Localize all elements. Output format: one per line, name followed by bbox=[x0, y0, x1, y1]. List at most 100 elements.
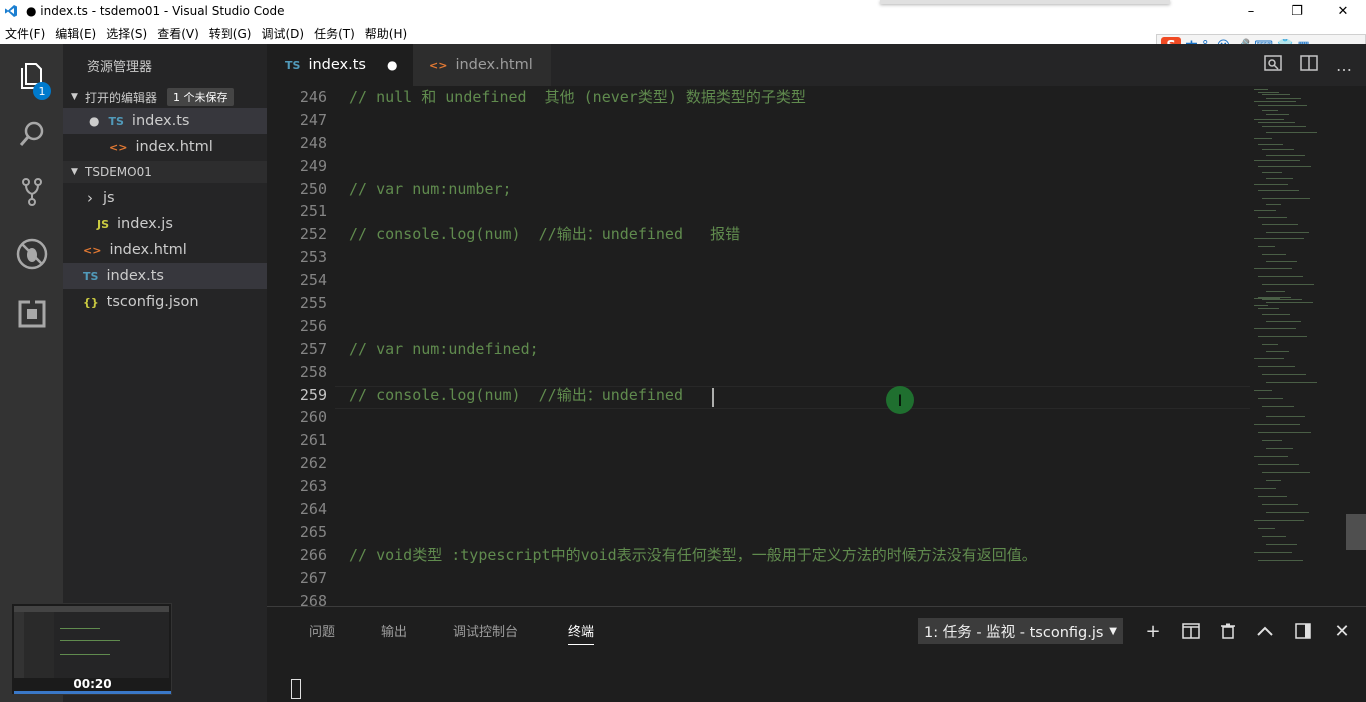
minimap-line bbox=[1258, 122, 1295, 123]
menu-debug[interactable]: 调试(D) bbox=[256, 25, 309, 42]
menu-selection[interactable]: 选择(S) bbox=[101, 25, 152, 42]
editor-tabs: TS index.ts ● <> index.html … bbox=[267, 44, 1366, 86]
code-line[interactable] bbox=[349, 132, 1329, 155]
open-editor-label: index.html bbox=[135, 139, 213, 155]
code-line[interactable] bbox=[349, 155, 1329, 178]
explorer-icon[interactable]: 1 bbox=[0, 48, 63, 104]
code-line[interactable] bbox=[349, 498, 1329, 521]
menu-help[interactable]: 帮助(H) bbox=[360, 25, 412, 42]
open-editor-item-index-ts[interactable]: ● TS index.ts bbox=[63, 108, 267, 134]
code-line[interactable] bbox=[349, 521, 1329, 544]
tree-item-label: index.html bbox=[109, 242, 187, 258]
code-line[interactable] bbox=[349, 475, 1329, 498]
code-line[interactable]: // var num:undefined; bbox=[349, 338, 1329, 361]
code-line[interactable] bbox=[349, 292, 1329, 315]
code-line[interactable] bbox=[349, 315, 1329, 338]
new-terminal-icon[interactable]: + bbox=[1140, 619, 1166, 643]
code-line[interactable] bbox=[349, 406, 1329, 429]
minimap-line bbox=[1254, 358, 1284, 359]
source-control-icon[interactable] bbox=[0, 164, 63, 220]
tab-problems[interactable]: 问题 bbox=[309, 621, 335, 640]
toggle-panel-position-icon[interactable] bbox=[1290, 619, 1316, 643]
html-file-icon: <> bbox=[429, 58, 448, 72]
minimap-line bbox=[1258, 336, 1307, 337]
video-progress-bar[interactable] bbox=[14, 691, 171, 694]
tab-output[interactable]: 输出 bbox=[381, 621, 407, 640]
code-line[interactable] bbox=[349, 567, 1329, 590]
tab-terminal[interactable]: 终端 bbox=[568, 621, 595, 645]
tab-label: index.ts bbox=[308, 57, 366, 73]
minimap-line bbox=[1254, 138, 1272, 139]
code-line[interactable] bbox=[349, 200, 1329, 223]
code-line[interactable] bbox=[349, 590, 1329, 606]
maximize-panel-icon[interactable] bbox=[1252, 619, 1278, 643]
menu-tasks[interactable]: 任务(T) bbox=[309, 25, 360, 42]
tab-index-ts[interactable]: TS index.ts ● bbox=[267, 44, 413, 86]
tree-item-index-ts[interactable]: TS index.ts bbox=[63, 263, 267, 289]
tree-item-tsconfig-json[interactable]: {} tsconfig.json bbox=[63, 289, 267, 315]
maximize-button[interactable]: ❐ bbox=[1274, 0, 1320, 22]
line-number: 248 bbox=[299, 133, 327, 152]
typescript-file-icon: TS bbox=[108, 114, 124, 128]
close-window-button[interactable]: ✕ bbox=[1320, 0, 1366, 22]
mouse-pointer-highlight: I bbox=[886, 386, 914, 414]
code-line[interactable]: // void类型 :typescript中的void表示没有任何类型，一般用于… bbox=[349, 544, 1329, 567]
terminal-select-value: 1: 任务 - 监视 - tsconfig.js bbox=[924, 624, 1104, 641]
code-line[interactable] bbox=[349, 361, 1329, 384]
minimap-line bbox=[1266, 351, 1289, 352]
close-panel-icon[interactable]: ✕ bbox=[1329, 619, 1355, 643]
trash-icon[interactable] bbox=[1215, 619, 1241, 643]
collapse-arrow-icon: ▼ bbox=[71, 92, 78, 102]
menu-goto[interactable]: 转到(G) bbox=[204, 25, 257, 42]
code-line[interactable]: // var num:number; bbox=[349, 178, 1329, 201]
more-actions-icon[interactable]: … bbox=[1336, 56, 1352, 75]
menu-edit[interactable]: 编辑(E) bbox=[50, 25, 101, 42]
editor-scrollbar-thumb[interactable] bbox=[1346, 514, 1366, 550]
minimap-line bbox=[1258, 166, 1311, 167]
code-line[interactable] bbox=[349, 269, 1329, 292]
dirty-dot-icon[interactable]: ● bbox=[89, 114, 99, 128]
menu-view[interactable]: 查看(V) bbox=[152, 25, 204, 42]
tree-item-index-js[interactable]: JS index.js bbox=[63, 211, 267, 237]
minimap-line bbox=[1258, 144, 1283, 145]
open-changes-icon[interactable] bbox=[1264, 55, 1282, 75]
minimap-line bbox=[1262, 374, 1306, 375]
code-line[interactable]: // null 和 undefined 其他 (never类型) 数据类型的子类… bbox=[349, 86, 1329, 109]
extensions-icon[interactable] bbox=[0, 286, 63, 342]
split-editor-icon[interactable] bbox=[1300, 55, 1318, 75]
debug-icon[interactable] bbox=[0, 226, 63, 282]
project-header[interactable]: ▼ TSDEMO01 bbox=[63, 161, 267, 183]
tree-item-index-html[interactable]: <> index.html bbox=[63, 237, 267, 263]
open-editor-item-index-html[interactable]: <> index.html bbox=[63, 134, 267, 160]
code-lines[interactable]: // null 和 undefined 其他 (never类型) 数据类型的子类… bbox=[349, 86, 1329, 606]
minimap-line bbox=[1262, 536, 1286, 537]
video-thumbnail[interactable]: 00:20 bbox=[11, 603, 172, 695]
code-line[interactable]: // console.log(num) //输出：undefined bbox=[349, 384, 1329, 407]
terminal-select[interactable]: 1: 任务 - 监视 - tsconfig.js ▼ bbox=[918, 618, 1123, 644]
tab-index-html[interactable]: <> index.html bbox=[413, 44, 551, 86]
code-line[interactable]: // console.log(num) //输出：undefined 报错 bbox=[349, 223, 1329, 246]
minimap-line bbox=[1262, 198, 1310, 199]
open-editors-header[interactable]: ▼ 打开的编辑器 1 个未保存 bbox=[63, 86, 267, 108]
text-cursor-icon: I bbox=[897, 390, 903, 410]
minimap-line bbox=[1254, 119, 1284, 120]
code-line[interactable] bbox=[349, 429, 1329, 452]
code-line[interactable] bbox=[349, 109, 1329, 132]
split-terminal-icon[interactable] bbox=[1178, 619, 1204, 643]
line-number: 268 bbox=[299, 591, 327, 606]
minimap-line bbox=[1262, 314, 1290, 315]
minimap[interactable] bbox=[1250, 86, 1346, 606]
code-line[interactable] bbox=[349, 246, 1329, 269]
tab-debug-console[interactable]: 调试控制台 bbox=[453, 621, 518, 640]
minimize-button[interactable]: – bbox=[1228, 0, 1274, 22]
minimap-line bbox=[1266, 302, 1313, 303]
code-editor[interactable]: 246 247 248 249 250 251 252 253 254 255 256 257 258 2… bbox=[267, 86, 1346, 606]
tree-item-js-folder[interactable]: › js bbox=[63, 185, 267, 211]
minimap-line bbox=[1262, 472, 1310, 473]
minimap-line bbox=[1258, 398, 1283, 399]
code-line[interactable] bbox=[349, 452, 1329, 475]
search-icon[interactable] bbox=[0, 106, 63, 162]
menu-file[interactable]: 文件(F) bbox=[0, 25, 50, 42]
typescript-file-icon: TS bbox=[83, 269, 99, 283]
tab-dirty-dot-icon[interactable]: ● bbox=[387, 58, 397, 72]
